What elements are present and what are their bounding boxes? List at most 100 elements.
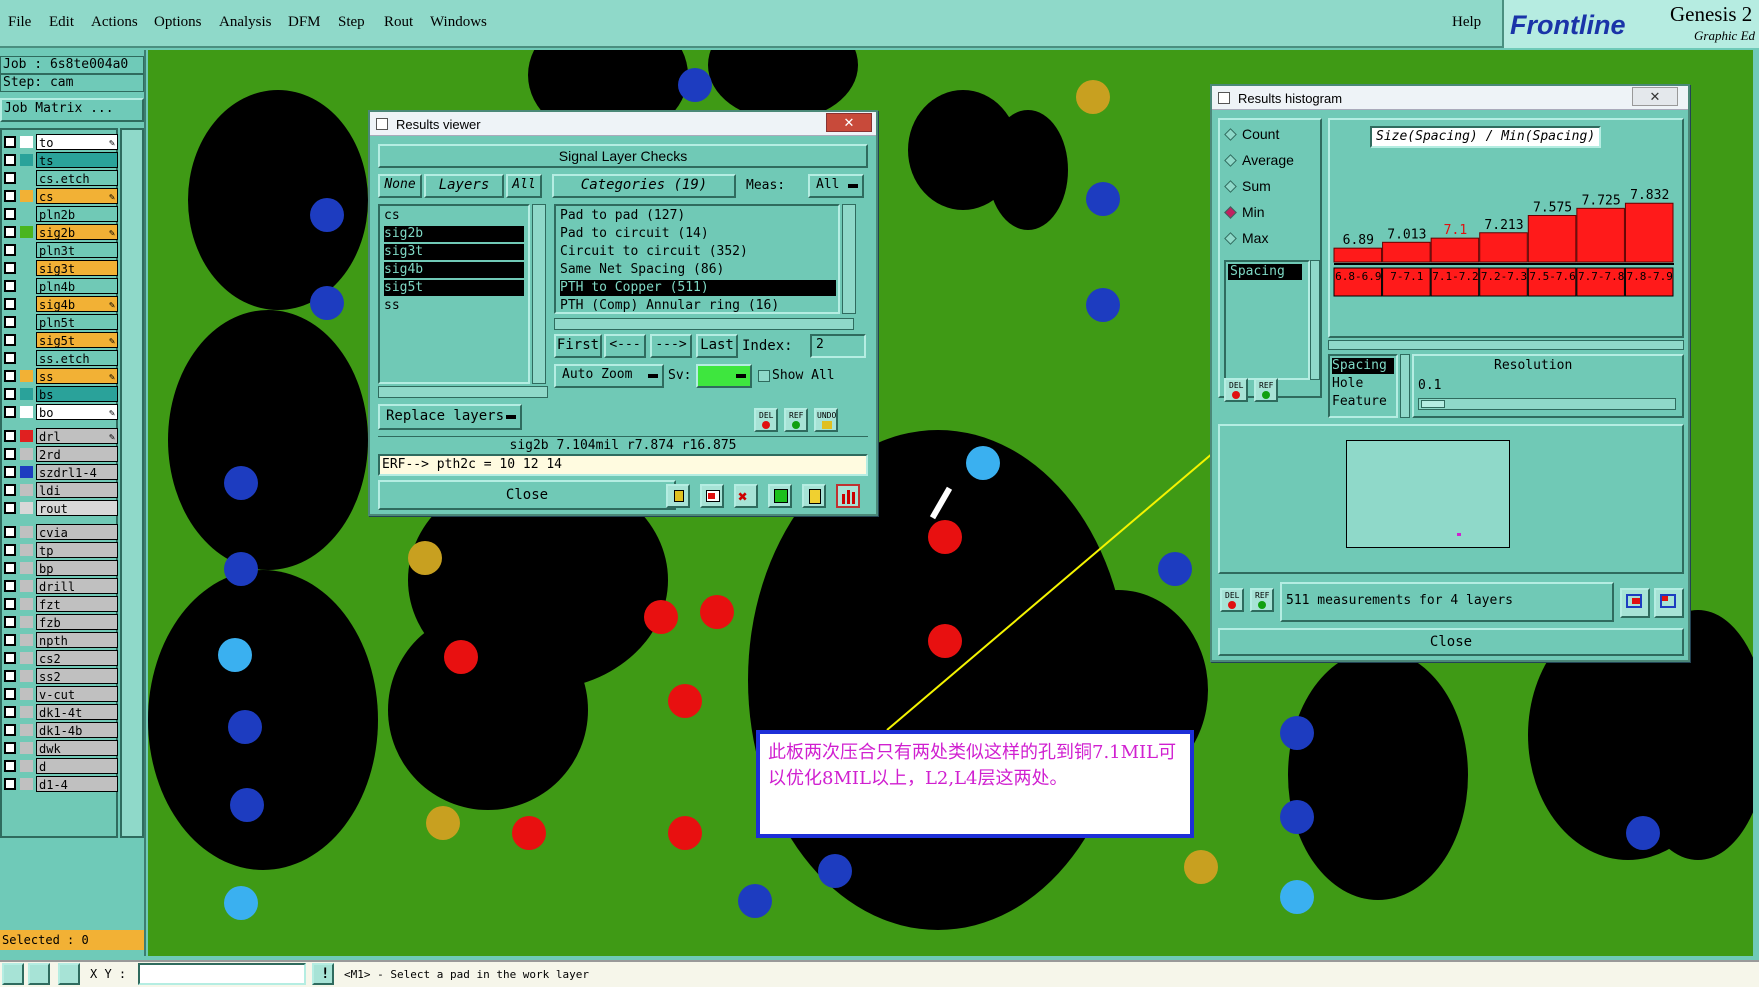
meas-dropdown[interactable]: All (808, 174, 864, 198)
pad[interactable] (310, 286, 344, 320)
sub-listbox[interactable]: Spacing Hole Feature (1328, 354, 1398, 418)
pad[interactable] (1280, 716, 1314, 750)
layer-checkbox[interactable] (4, 208, 16, 220)
layer-checkbox[interactable] (4, 388, 16, 400)
layer-checkbox[interactable] (4, 406, 16, 418)
none-button[interactable]: None (378, 174, 422, 198)
grid-icon[interactable] (58, 963, 80, 985)
layer-row[interactable]: drl ✎ (4, 428, 118, 444)
snapshot-icon[interactable] (700, 484, 724, 508)
ref-icon[interactable]: REF (1250, 588, 1274, 612)
layer-checkbox[interactable] (4, 706, 16, 718)
histogram-bar[interactable] (1333, 247, 1383, 263)
layer-row[interactable]: cs ✎ (4, 188, 118, 204)
category-listbox-hscroll[interactable] (554, 318, 854, 330)
layer-row[interactable]: ss ✎ (4, 368, 118, 384)
layer-row[interactable]: pln2b (4, 206, 118, 222)
close-button[interactable]: Close (378, 480, 676, 510)
layer-checkbox[interactable] (4, 670, 16, 682)
layer-checkbox[interactable] (4, 226, 16, 238)
xy-input[interactable] (138, 963, 306, 985)
measure-icon[interactable] (28, 963, 50, 985)
pad[interactable] (1626, 816, 1660, 850)
results-viewer-titlebar[interactable]: Results viewer ✕ (370, 112, 876, 136)
layer-row[interactable]: fzt (4, 596, 118, 612)
sub-list-item[interactable]: Spacing (1332, 358, 1394, 374)
layer-checkbox[interactable] (4, 562, 16, 574)
layer-checkbox[interactable] (4, 526, 16, 538)
layer-list-item[interactable]: sig4b (384, 262, 524, 278)
layer-checkbox[interactable] (4, 448, 16, 460)
layer-checkbox[interactable] (4, 154, 16, 166)
layer-listbox[interactable]: cs sig2b sig3t sig4b sig5t ss (378, 204, 530, 384)
pad[interactable] (1086, 182, 1120, 216)
del-icon[interactable]: DEL (1224, 378, 1248, 402)
histogram-bar[interactable] (1624, 202, 1674, 263)
histogram-bar[interactable] (1527, 215, 1577, 263)
pad[interactable] (1280, 880, 1314, 914)
layer-row[interactable]: dk1-4b (4, 722, 118, 738)
layer-row[interactable]: bo ✎ (4, 404, 118, 420)
zoom-fit-icon[interactable] (1654, 588, 1684, 618)
pad[interactable] (700, 595, 734, 629)
layer-checkbox[interactable] (4, 760, 16, 772)
layer-row[interactable]: ss2 (4, 668, 118, 684)
pad[interactable] (408, 541, 442, 575)
show-all-checkbox[interactable] (758, 370, 770, 382)
resolution-slider[interactable] (1418, 398, 1676, 410)
category-listbox-scrollbar[interactable] (842, 204, 856, 314)
layer-row[interactable]: sig3t (4, 260, 118, 276)
light-icon[interactable] (666, 484, 690, 508)
close-icon[interactable]: ✕ (1632, 87, 1678, 106)
layer-row[interactable]: d1-4 (4, 776, 118, 792)
all-button[interactable]: All (506, 174, 542, 198)
pad[interactable] (966, 446, 1000, 480)
pad[interactable] (928, 624, 962, 658)
pad[interactable] (1076, 80, 1110, 114)
layer-row[interactable]: sig5t ✎ (4, 332, 118, 348)
layer-checkbox[interactable] (4, 778, 16, 790)
pad[interactable] (1280, 800, 1314, 834)
category-list-item[interactable]: Same Net Spacing (86) (560, 262, 836, 278)
pad[interactable] (224, 886, 258, 920)
layer-listbox-scrollbar[interactable] (532, 204, 546, 384)
layer-row[interactable]: v-cut (4, 686, 118, 702)
layer-checkbox[interactable] (4, 136, 16, 148)
layer-checkbox[interactable] (4, 334, 16, 346)
zoom-window-icon[interactable] (1620, 588, 1650, 618)
layer-checkbox[interactable] (4, 688, 16, 700)
menu-options[interactable]: Options (154, 14, 202, 31)
pad[interactable] (228, 710, 262, 744)
menu-step[interactable]: Step (338, 14, 365, 31)
menu-edit[interactable]: Edit (49, 14, 74, 31)
layer-row[interactable]: drill (4, 578, 118, 594)
pad[interactable] (444, 640, 478, 674)
index-input[interactable]: 2 (810, 334, 866, 358)
layer-row[interactable]: npth (4, 632, 118, 648)
histogram-close-button[interactable]: Close (1218, 628, 1684, 656)
layer-checkbox[interactable] (4, 724, 16, 736)
menu-analysis[interactable]: Analysis (219, 14, 272, 31)
pad[interactable] (1086, 288, 1120, 322)
layer-row[interactable]: dk1-4t (4, 704, 118, 720)
category-list-item[interactable]: PTH to Copper (511) (560, 280, 836, 296)
category-listbox[interactable]: Pad to pad (127) Pad to circuit (14) Circu… (554, 204, 840, 314)
layer-row[interactable]: cvia (4, 524, 118, 540)
pointer-icon[interactable] (2, 963, 24, 985)
pad[interactable] (224, 552, 258, 586)
preview-area[interactable] (1346, 440, 1510, 548)
menu-actions[interactable]: Actions (91, 14, 138, 31)
auto-zoom-dropdown[interactable]: Auto Zoom (554, 364, 664, 388)
layer-row[interactable]: d (4, 758, 118, 774)
histogram-chart[interactable]: 6.89 6.8-6.9 7.013 7-7.1 7.1 7.1-7.2 7.213 7.2-… (1330, 160, 1682, 330)
category-list-item[interactable]: Pad to pad (127) (560, 208, 836, 224)
pad[interactable] (644, 600, 678, 634)
histogram-bar[interactable] (1430, 237, 1480, 263)
menu-windows[interactable]: Windows (430, 14, 487, 31)
layer-row[interactable]: 2rd (4, 446, 118, 462)
layer-checkbox[interactable] (4, 580, 16, 592)
layer-checkbox[interactable] (4, 742, 16, 754)
sub-list-item[interactable]: Feature (1332, 394, 1394, 410)
layer-row[interactable]: szdrl1-4 (4, 464, 118, 480)
layer-row[interactable]: dwk (4, 740, 118, 756)
